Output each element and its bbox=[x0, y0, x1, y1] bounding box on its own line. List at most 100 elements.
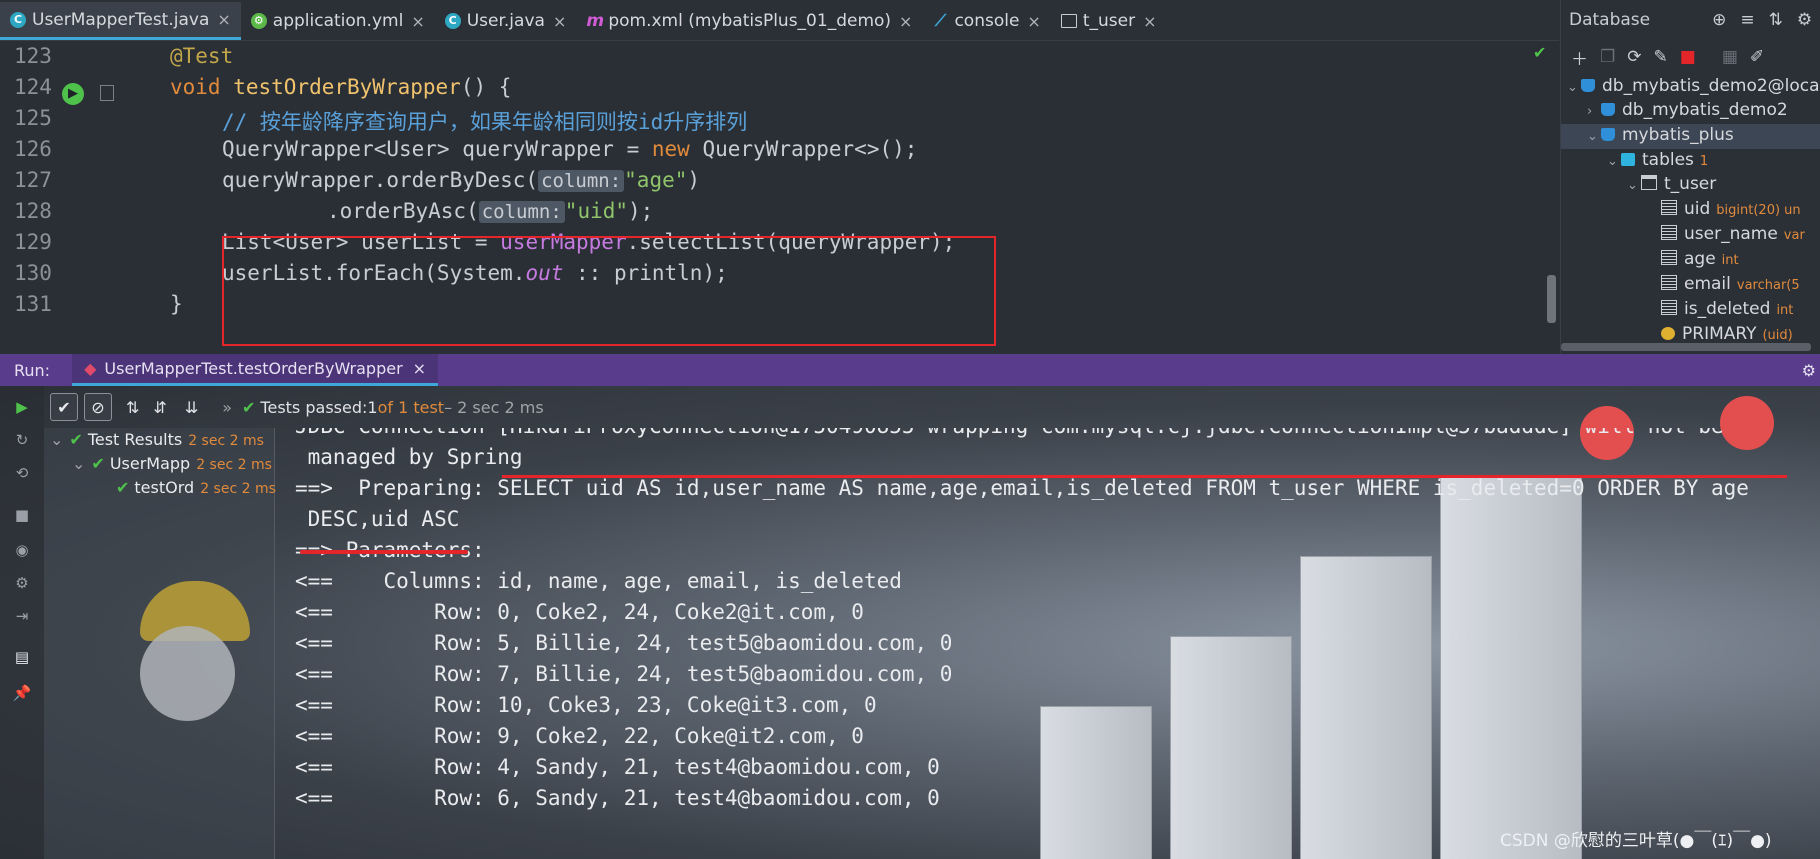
tab-console[interactable]: ⟋ console × bbox=[922, 2, 1050, 40]
console-line: <== Columns: id, name, age, email, is_de… bbox=[295, 569, 902, 593]
panel-title: Database bbox=[1569, 10, 1651, 30]
code-line: } bbox=[170, 292, 183, 316]
more-icon[interactable]: » bbox=[222, 398, 232, 417]
globe-icon[interactable]: ⊕ bbox=[1712, 10, 1726, 30]
status-count: 1 bbox=[367, 397, 378, 417]
pin-icon[interactable]: 📌 bbox=[12, 684, 32, 704]
sort-duration-icon[interactable]: ⇵ bbox=[153, 398, 166, 417]
close-icon[interactable]: × bbox=[1027, 12, 1040, 31]
line-number: 127 bbox=[14, 168, 52, 192]
code-editor[interactable]: 123 124 125 126 127 128 129 130 131 ▶ ✔ … bbox=[0, 41, 1559, 353]
schema-icon bbox=[1601, 128, 1615, 141]
passed-check-icon: ✔ bbox=[91, 454, 105, 473]
line-number: 131 bbox=[14, 292, 52, 316]
column-icon bbox=[1661, 300, 1677, 315]
table-view-icon[interactable]: ▦ bbox=[1722, 47, 1738, 67]
code-line: void testOrderByWrapper() { bbox=[170, 75, 512, 99]
layout-icon[interactable]: ▤ bbox=[12, 648, 32, 668]
line-number: 129 bbox=[14, 230, 52, 254]
column-icon bbox=[1661, 225, 1677, 240]
add-icon[interactable]: ＋ bbox=[1571, 45, 1588, 70]
key-icon bbox=[1661, 327, 1675, 340]
console-line: <== Row: 5, Billie, 24, test5@baomidou.c… bbox=[295, 631, 953, 655]
test-config-icon: ◆ bbox=[84, 359, 97, 378]
test-tree-item[interactable]: ✔ testOrd 2 sec 2 ms bbox=[116, 478, 276, 497]
rerun-icon[interactable]: ▶ bbox=[12, 398, 32, 418]
camera-icon[interactable]: ◉ bbox=[12, 541, 32, 561]
tab-pom-xml[interactable]: m pom.xml (mybatisPlus_01_demo) × bbox=[576, 2, 922, 40]
console-line: <== Row: 6, Sandy, 21, test4@baomidou.co… bbox=[295, 786, 940, 810]
fold-icon[interactable] bbox=[100, 85, 114, 101]
database-header: Database ⊕ ≡ ⇅ ⚙ bbox=[1561, 0, 1820, 40]
close-icon[interactable]: × bbox=[413, 359, 426, 378]
show-ignored-button[interactable]: ⊘ bbox=[84, 393, 112, 421]
test-tree-item[interactable]: ⌄ ✔ Test Results 2 sec 2 ms bbox=[50, 430, 264, 449]
toggle-autotest-icon[interactable]: ⟲ bbox=[12, 464, 32, 484]
tree-item-key[interactable]: PRIMARY (uid) bbox=[1661, 324, 1793, 344]
close-icon[interactable]: × bbox=[1143, 12, 1156, 31]
param-hint: column: bbox=[538, 170, 625, 192]
tab-application-yml[interactable]: ⚙ application.yml × bbox=[241, 2, 435, 40]
console-line: <== Row: 4, Sandy, 21, test4@baomidou.co… bbox=[295, 755, 940, 779]
test-tree-item[interactable]: ⌄ ✔ UserMapp 2 sec 2 ms bbox=[72, 454, 272, 473]
status-prefix: Tests passed: bbox=[260, 397, 368, 417]
tab-user-java[interactable]: C User.java × bbox=[435, 2, 577, 40]
close-icon[interactable]: × bbox=[411, 12, 424, 31]
line-number: 130 bbox=[14, 261, 52, 285]
edit-icon[interactable]: ✐ bbox=[1750, 47, 1764, 67]
tab-usermappertest[interactable]: C UserMapperTest.java × bbox=[0, 2, 241, 40]
schema-icon bbox=[1601, 103, 1615, 116]
settings-icon[interactable]: ⚙ bbox=[1802, 361, 1816, 380]
settings-icon[interactable]: ⚙ bbox=[1797, 10, 1812, 30]
maven-icon: m bbox=[586, 11, 605, 31]
test-results-tree: ⌄ ✔ Test Results 2 sec 2 ms ⌄ ✔ UserMapp 2 sec… bbox=[44, 428, 276, 859]
tree-item-schema[interactable]: ⌄ mybatis_plus bbox=[1587, 125, 1734, 145]
sql-underline bbox=[502, 475, 1787, 478]
exit-icon[interactable]: ⇥ bbox=[12, 607, 32, 627]
passed-check-icon: ✔ bbox=[116, 478, 130, 497]
stop-icon[interactable]: ■ bbox=[12, 506, 32, 526]
tree-item-column[interactable]: uid bigint(20) un bbox=[1661, 199, 1801, 219]
tree-item-column[interactable]: email varchar(5 bbox=[1661, 274, 1800, 294]
collapse-icon[interactable]: ≡ bbox=[1740, 10, 1754, 30]
copy-icon[interactable]: ❐ bbox=[1600, 47, 1615, 67]
run-test-icon[interactable]: ▶ bbox=[62, 83, 84, 105]
tab-label: console bbox=[954, 11, 1020, 31]
tree-item-column[interactable]: user_name var bbox=[1661, 224, 1805, 244]
console-line: ==> Preparing: SELECT uid AS id,user_nam… bbox=[295, 476, 1749, 500]
run-label: Run: bbox=[14, 360, 51, 380]
tree-item-table[interactable]: ⌄ t_user bbox=[1627, 174, 1716, 194]
console-output[interactable]: JDBC Connection [HikariProxyConnection@1… bbox=[275, 428, 1820, 859]
tree-item-schema[interactable]: › db_mybatis_demo2 bbox=[1587, 100, 1788, 120]
stop-icon[interactable]: ■ bbox=[1680, 47, 1696, 67]
sort-alpha-icon[interactable]: ⇅ bbox=[126, 398, 139, 417]
run-tab[interactable]: ◆ UserMapperTest.testOrderByWrapper × bbox=[72, 354, 439, 386]
horizontal-scrollbar[interactable] bbox=[1561, 343, 1811, 351]
show-passed-button[interactable]: ✔ bbox=[50, 393, 78, 421]
passed-check-icon: ✔ bbox=[242, 397, 256, 417]
tree-item-column[interactable]: is_deleted int bbox=[1661, 299, 1793, 319]
schema-icon[interactable]: ✎ bbox=[1654, 47, 1668, 67]
code-line: .orderByAsc(column: "uid"); bbox=[327, 199, 654, 223]
tree-item-connection[interactable]: ⌄ db_mybatis_demo2@localh bbox=[1567, 76, 1820, 96]
run-side-toolbar: ▶ ↻ ⟲ ■ ◉ ⚙ ⇥ ▤ 📌 bbox=[0, 386, 44, 859]
run-toolwindow-bar: Run: ◆ UserMapperTest.testOrderByWrapper… bbox=[0, 354, 1820, 386]
run-content: ▶ ↻ ⟲ ■ ◉ ⚙ ⇥ ▤ 📌 ✔ ⊘ ⇅ ⇵ ⇊ » ✔ Tests pa… bbox=[0, 386, 1820, 859]
tab-label: User.java bbox=[466, 11, 545, 31]
editor-scrollbar[interactable] bbox=[1547, 275, 1556, 323]
tree-item-column[interactable]: age int bbox=[1661, 249, 1739, 269]
close-icon[interactable]: × bbox=[217, 10, 230, 29]
column-icon bbox=[1661, 250, 1677, 265]
expand-all-icon[interactable]: ⇊ bbox=[185, 398, 198, 417]
tree-item-tables[interactable]: ⌄ tables 1 bbox=[1607, 150, 1708, 170]
gear-icon[interactable]: ⚙ bbox=[12, 574, 32, 594]
check-icon: ✔ bbox=[1533, 43, 1547, 62]
refresh-icon[interactable]: ⟳ bbox=[1627, 47, 1641, 67]
tab-t-user[interactable]: t_user × bbox=[1051, 2, 1167, 40]
run-tab-label: UserMapperTest.testOrderByWrapper bbox=[104, 359, 403, 378]
rerun-failed-icon[interactable]: ↻ bbox=[12, 431, 32, 451]
expand-icon[interactable]: ⇅ bbox=[1769, 10, 1783, 30]
highlight-box bbox=[222, 236, 996, 346]
close-icon[interactable]: × bbox=[553, 12, 566, 31]
close-icon[interactable]: × bbox=[899, 12, 912, 31]
